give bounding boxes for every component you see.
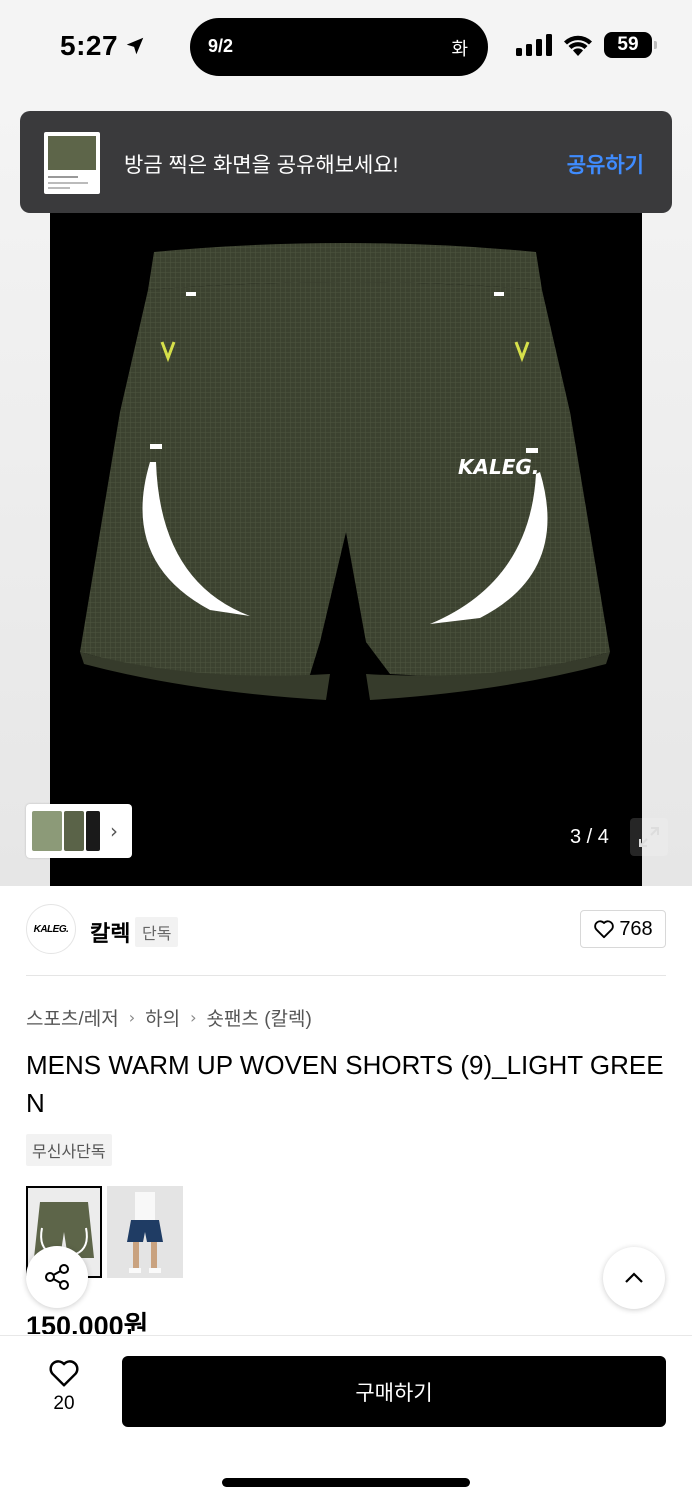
product-title: MENS WARM UP WOVEN SHORTS (9)_LIGHT GREE…	[26, 1050, 664, 1118]
gallery-thumbnail-strip[interactable]: ›	[26, 804, 132, 858]
screenshot-thumbnail	[44, 132, 100, 194]
signal-icon	[516, 34, 552, 56]
exclusive-tag: 무신사단독	[26, 1134, 112, 1166]
battery-icon: 59	[604, 32, 657, 58]
brand-like-count: 768	[619, 917, 653, 940]
share-icon	[45, 1264, 69, 1290]
scroll-to-top-button[interactable]	[603, 1247, 665, 1309]
island-day: 화	[451, 39, 468, 60]
product-price: 150,000원	[26, 1311, 149, 1334]
home-indicator[interactable]	[222, 1478, 470, 1487]
shorts-illustration: KALEG.	[80, 243, 610, 700]
status-time: 5:27	[60, 30, 146, 62]
time-text: 5:27	[60, 30, 119, 61]
wishlist-button[interactable]: 20	[38, 1358, 90, 1415]
gallery-thumb[interactable]	[32, 811, 62, 851]
brand-logo-text: KALEG.	[33, 923, 69, 935]
brand-logo[interactable]: KALEG.	[26, 904, 76, 954]
share-now-button[interactable]: 공유하기	[567, 149, 644, 179]
heart-icon	[594, 920, 615, 939]
gallery-page-counter: 3 / 4	[570, 826, 609, 848]
share-button[interactable]	[26, 1246, 88, 1308]
status-icons: 59	[516, 32, 657, 58]
chevron-up-icon	[625, 1272, 643, 1283]
chevron-right-icon: ›	[190, 1008, 197, 1027]
wifi-icon	[564, 35, 592, 56]
purchase-bar: 20 구매하기	[0, 1335, 692, 1500]
product-main-image[interactable]: KALEG.	[50, 212, 642, 886]
battery-level: 59	[617, 34, 639, 55]
gallery-thumb[interactable]	[64, 811, 84, 851]
location-arrow-icon	[126, 37, 144, 55]
chevron-right-icon: ›	[110, 819, 118, 843]
shorts-logo: KALEG.	[458, 455, 539, 479]
expand-image-button[interactable]	[630, 818, 668, 856]
buy-button[interactable]: 구매하기	[122, 1356, 666, 1427]
color-option-model[interactable]	[107, 1186, 183, 1278]
brand-name[interactable]: 칼렉	[90, 916, 130, 948]
brand-exclusive-badge: 단독	[135, 917, 179, 947]
screenshot-share-banner[interactable]: 방금 찍은 화면을 공유해보세요! 공유하기	[20, 111, 672, 213]
status-bar: 5:27 9/2 화 59	[0, 0, 692, 96]
brand-like-button[interactable]: 768	[580, 910, 666, 948]
share-banner-message: 방금 찍은 화면을 공유해보세요!	[124, 154, 399, 177]
dynamic-island[interactable]: 9/2 화	[190, 18, 488, 76]
heart-icon	[49, 1360, 79, 1387]
breadcrumb-item-subcategory[interactable]: 하의	[145, 1004, 180, 1031]
island-date: 9/2	[208, 36, 234, 56]
buy-button-label: 구매하기	[355, 1381, 433, 1405]
chevron-right-icon: ›	[128, 1008, 136, 1027]
breadcrumb-item-type[interactable]: 숏팬츠 (칼렉)	[206, 1004, 311, 1031]
expand-icon	[639, 827, 659, 847]
divider	[26, 975, 666, 976]
breadcrumb: 스포츠/레저 › 하의 › 숏팬츠 (칼렉)	[26, 1004, 312, 1031]
gallery-thumb[interactable]	[86, 811, 100, 851]
breadcrumb-item-category[interactable]: 스포츠/레저	[26, 1004, 119, 1031]
wishlist-count: 20	[53, 1393, 75, 1414]
